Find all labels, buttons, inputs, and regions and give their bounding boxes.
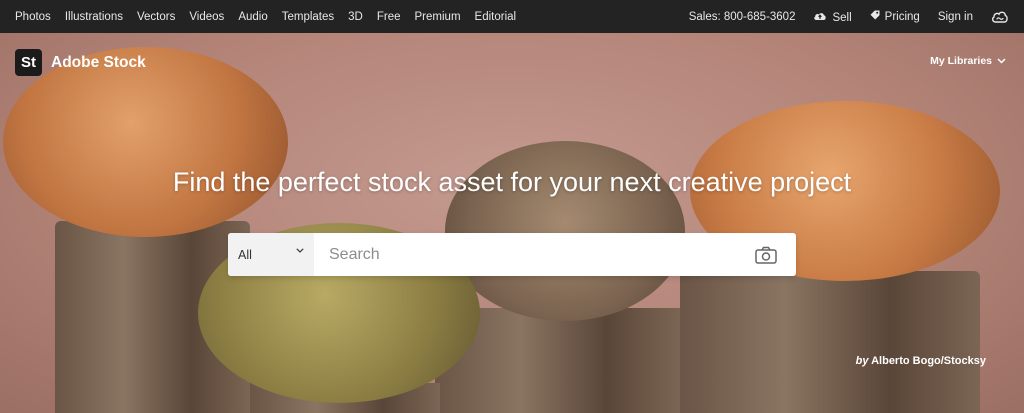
brand-name: Adobe Stock [51,53,146,71]
my-libraries-button[interactable]: My Libraries [930,55,1006,67]
credit-author[interactable]: Alberto Bogo/Stocksy [871,355,986,367]
nav-3d[interactable]: 3D [348,11,363,23]
nav-illustrations[interactable]: Illustrations [65,11,123,23]
camera-search-icon[interactable] [754,245,778,265]
nav-editorial[interactable]: Editorial [475,11,517,23]
credit-by: by [855,355,869,367]
pricing-link[interactable]: Pricing [870,10,920,23]
photo-credit: by Alberto Bogo/Stocksy [856,355,986,367]
nav-templates[interactable]: Templates [282,11,334,23]
creative-cloud-icon[interactable] [991,10,1008,23]
background-stump-right [680,271,980,413]
search-input[interactable] [314,244,754,265]
hero-banner: St Adobe Stock My Libraries Find the per… [0,33,1024,413]
nav-vectors[interactable]: Vectors [137,11,175,23]
sell-cloud-icon [814,12,827,20]
search-scope-value: All [238,247,252,262]
stock-logo-icon: St [15,49,42,76]
sell-label: Sell [832,11,852,24]
brand-logo[interactable]: St Adobe Stock [15,49,146,76]
search-scope-dropdown[interactable]: All [228,233,314,276]
sales-phone: Sales: 800-685-3602 [688,10,796,23]
nav-audio[interactable]: Audio [238,11,267,23]
nav-free[interactable]: Free [377,11,401,23]
signin-link[interactable]: Sign in [938,11,973,23]
sell-link[interactable]: Sell [813,10,852,24]
pricing-tag-icon [870,10,880,20]
nav-premium[interactable]: Premium [415,11,461,23]
pricing-label: Pricing [884,11,920,23]
category-nav: Photos Illustrations Vectors Videos Audi… [15,0,516,33]
top-navigation-bar: Photos Illustrations Vectors Videos Audi… [0,0,1024,33]
nav-videos[interactable]: Videos [189,11,224,23]
nav-photos[interactable]: Photos [15,11,51,23]
account-nav: Sales: 800-685-3602 Sell Pricing Sign in [689,0,1008,33]
search-bar: All [228,233,796,276]
chevron-down-icon [997,58,1006,64]
chevron-down-icon [296,248,304,253]
my-libraries-label: My Libraries [930,55,992,67]
hero-headline: Find the perfect stock asset for your ne… [172,167,852,197]
